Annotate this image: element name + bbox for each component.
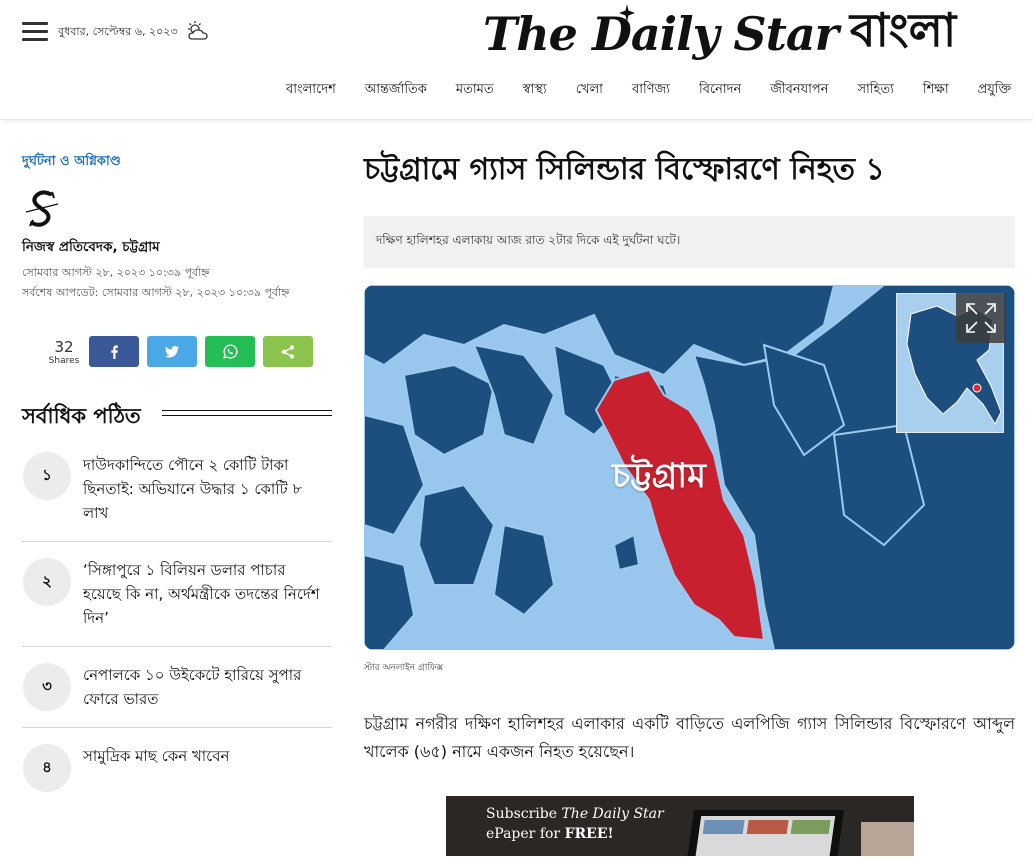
ad-line-2: ePaper for FREE! (486, 826, 614, 842)
nav-literature[interactable]: সাহিত্য (857, 80, 893, 101)
fullscreen-button[interactable] (956, 293, 1006, 343)
list-item-title[interactable]: দাউদকান্দিতে পৌনে ২ কোটি টাকা ছিনতাই: অভ… (83, 453, 328, 525)
list-item-title[interactable]: নেপালকে ১০ উইকেটে হারিয়ে সুপার ফোরে ভার… (83, 663, 328, 711)
twitter-share-button[interactable] (147, 336, 197, 367)
facebook-icon (111, 344, 118, 359)
share-counter: 32 Shares (44, 338, 84, 366)
most-read-list: ১ দাউদকান্দিতে পৌনে ২ কোটি টাকা ছিনতাই: … (22, 445, 332, 798)
whatsapp-share-button[interactable] (205, 336, 255, 367)
hamburger-menu-icon[interactable] (22, 22, 48, 44)
share-count-label: Shares (48, 356, 80, 366)
logo-bangla: বাংলা (849, 3, 957, 57)
nav-health[interactable]: স্বাস্থ্য (523, 80, 547, 101)
rank-badge: ১ (23, 452, 71, 500)
share-button[interactable] (263, 336, 313, 367)
list-item-title[interactable]: ‘সিঙ্গাপুরে ১ বিলিয়ন ডলার পাচার হয়েছে … (83, 558, 328, 630)
twitter-icon (165, 345, 179, 357)
fullscreen-icon (966, 303, 996, 333)
rank-badge: ২ (23, 558, 71, 606)
share-icon (281, 344, 295, 359)
logo-star-icon (619, 4, 635, 22)
nav-lifestyle[interactable]: জীবনযাপন (770, 80, 828, 101)
article-sidebar: দুর্ঘটনা ও অগ্নিকাণ্ড নিজস্ব প্রতিবেদক, … (22, 150, 332, 792)
facebook-share-button[interactable] (89, 336, 139, 367)
nav-entertainment[interactable]: বিনোদন (699, 80, 741, 101)
share-count: 32 (54, 338, 74, 356)
nav-bangladesh[interactable]: বাংলাদেশ (286, 80, 336, 101)
rank-badge: ৩ (23, 663, 71, 711)
rank-badge: ৪ (23, 744, 71, 792)
epaper-ad-banner[interactable]: Subscribe The Daily Star ePaper for FREE… (446, 796, 914, 856)
nav-technology[interactable]: প্রযুক্তি (978, 80, 1012, 101)
list-item-title[interactable]: সামুদ্রিক মাছ কেন খাবেন (83, 744, 328, 768)
nav-international[interactable]: আন্তর্জাতিক (365, 80, 427, 101)
category-link[interactable]: দুর্ঘটনা ও অগ্নিকাণ্ড (22, 154, 121, 169)
nav-business[interactable]: বাণিজ্য (632, 80, 670, 101)
list-item[interactable]: ৪ সামুদ্রিক মাছ কেন খাবেন (22, 728, 332, 798)
whatsapp-icon (222, 344, 238, 359)
nav-sports[interactable]: খেলা (576, 80, 603, 101)
nav-education[interactable]: শিক্ষা (923, 80, 949, 101)
site-header: বুধবার, সেপ্টেম্বর ৬, ২০২৩ The Daily Sta… (0, 0, 1033, 120)
site-logo[interactable]: The Daily Star বাংলা (483, 3, 956, 64)
current-date: বুধবার, সেপ্টেম্বর ৬, ২০২৩ (58, 25, 178, 38)
image-caption: স্টার অনলাইন গ্রাফিক্স (364, 663, 444, 673)
article-image[interactable]: চট্টগ্রাম (364, 285, 1015, 650)
updated-date: সর্বশেষ আপডেট: সোমবার আগস্ট ২৮, ২০২৩ ১০:… (22, 286, 290, 299)
ad-line-1: Subscribe The Daily Star (486, 806, 664, 822)
map-district-label: চট্টগ্রাম (612, 456, 706, 496)
author-name[interactable]: নিজস্ব প্রতিবেদক, চট্টগ্রাম (22, 236, 160, 259)
list-item[interactable]: ৩ নেপালকে ১০ উইকেটে হারিয়ে সুপার ফোরে ভ… (22, 647, 332, 728)
article-summary: দক্ষিণ হালিশহর এলাকায় আজ রাত ২টার দিকে … (364, 216, 1015, 268)
main-navigation: বাংলাদেশ আন্তর্জাতিক মতামত স্বাস্থ্য খেল… (286, 80, 1033, 101)
article-headline: চট্টগ্রামে গ্যাস সিলিন্ডার বিস্ফোরণে নিহ… (364, 152, 885, 187)
author-logo-icon (25, 190, 59, 227)
nav-opinion[interactable]: মতামত (456, 80, 494, 101)
logo-english: The Daily Star (483, 7, 839, 61)
weather-icon (188, 21, 208, 40)
article-main: চট্টগ্রামে গ্যাস সিলিন্ডার বিস্ফোরণে নিহ… (364, 150, 1015, 856)
list-item[interactable]: ২ ‘সিঙ্গাপুরে ১ বিলিয়ন ডলার পাচার হয়েছ… (22, 542, 332, 647)
list-item[interactable]: ১ দাউদকান্দিতে পৌনে ২ কোটি টাকা ছিনতাই: … (22, 445, 332, 542)
most-read-heading: সর্বাধিক পঠিত (22, 400, 151, 435)
article-body: চট্টগ্রাম নগরীর দক্ষিণ হালিশহর এলাকার এক… (364, 714, 1015, 761)
heading-rule (162, 410, 332, 416)
published-date: সোমবার আগস্ট ২৮, ২০২৩ ১০:৩৯ পূর্বাহ্ন (22, 266, 210, 279)
